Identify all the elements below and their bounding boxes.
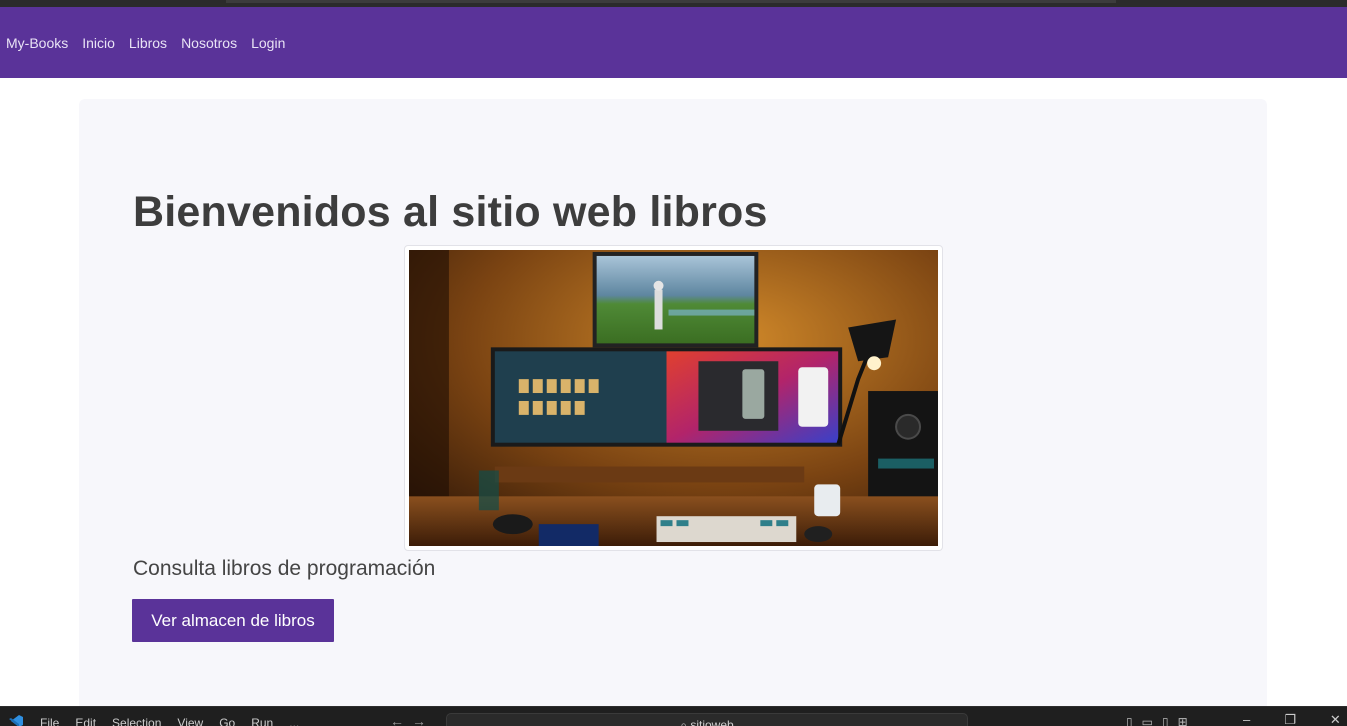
command-search[interactable]: ⌕ sitioweb (446, 713, 968, 726)
minimize-icon[interactable]: – (1243, 712, 1250, 726)
nav-item-nosotros[interactable]: Nosotros (181, 35, 237, 51)
hero-image (409, 250, 938, 546)
nav-item-login[interactable]: Login (251, 35, 285, 51)
close-icon[interactable]: ✕ (1330, 712, 1341, 726)
customize-layout-icon[interactable]: ⊞ (1178, 715, 1188, 726)
menu-run[interactable]: Run (251, 716, 273, 726)
menu-more[interactable]: ... (289, 716, 299, 726)
editor-taskbar: File Edit Selection View Go Run ... ←→ ⌕… (0, 706, 1347, 726)
menu-edit[interactable]: Edit (75, 716, 96, 726)
search-icon: ⌕ (680, 718, 691, 726)
menu-selection[interactable]: Selection (112, 716, 161, 726)
page-title: Bienvenidos al sitio web libros (133, 188, 768, 236)
nav-item-libros[interactable]: Libros (129, 35, 167, 51)
nav-arrows[interactable]: ←→ (390, 713, 434, 726)
layout-icons: ▯ ▭ ▯ ⊞ (1126, 715, 1188, 726)
hero-image-frame (404, 245, 943, 551)
window-controls: – ❐ ✕ (1243, 712, 1341, 726)
restore-icon[interactable]: ❐ (1284, 712, 1296, 726)
os-top-strip (0, 0, 1347, 7)
top-navbar: My-Books Inicio Libros Nosotros Login (0, 7, 1347, 78)
ver-almacen-button[interactable]: Ver almacen de libros (132, 599, 334, 642)
os-top-strip-inner (226, 0, 1116, 3)
menu-go[interactable]: Go (219, 716, 235, 726)
toggle-panel-icon[interactable]: ▭ (1142, 715, 1153, 726)
menu-view[interactable]: View (177, 716, 203, 726)
toggle-secondary-sidebar-icon[interactable]: ▯ (1162, 715, 1169, 726)
page-subtitle: Consulta libros de programación (133, 557, 436, 580)
toggle-sidebar-icon[interactable]: ▯ (1126, 715, 1133, 726)
nav-item-inicio[interactable]: Inicio (82, 35, 115, 51)
menu-file[interactable]: File (40, 716, 59, 726)
vscode-icon (9, 715, 23, 726)
navbar-brand[interactable]: My-Books (6, 35, 68, 51)
menu-bar: File Edit Selection View Go Run ... (40, 716, 299, 726)
search-text: sitioweb (690, 718, 734, 726)
